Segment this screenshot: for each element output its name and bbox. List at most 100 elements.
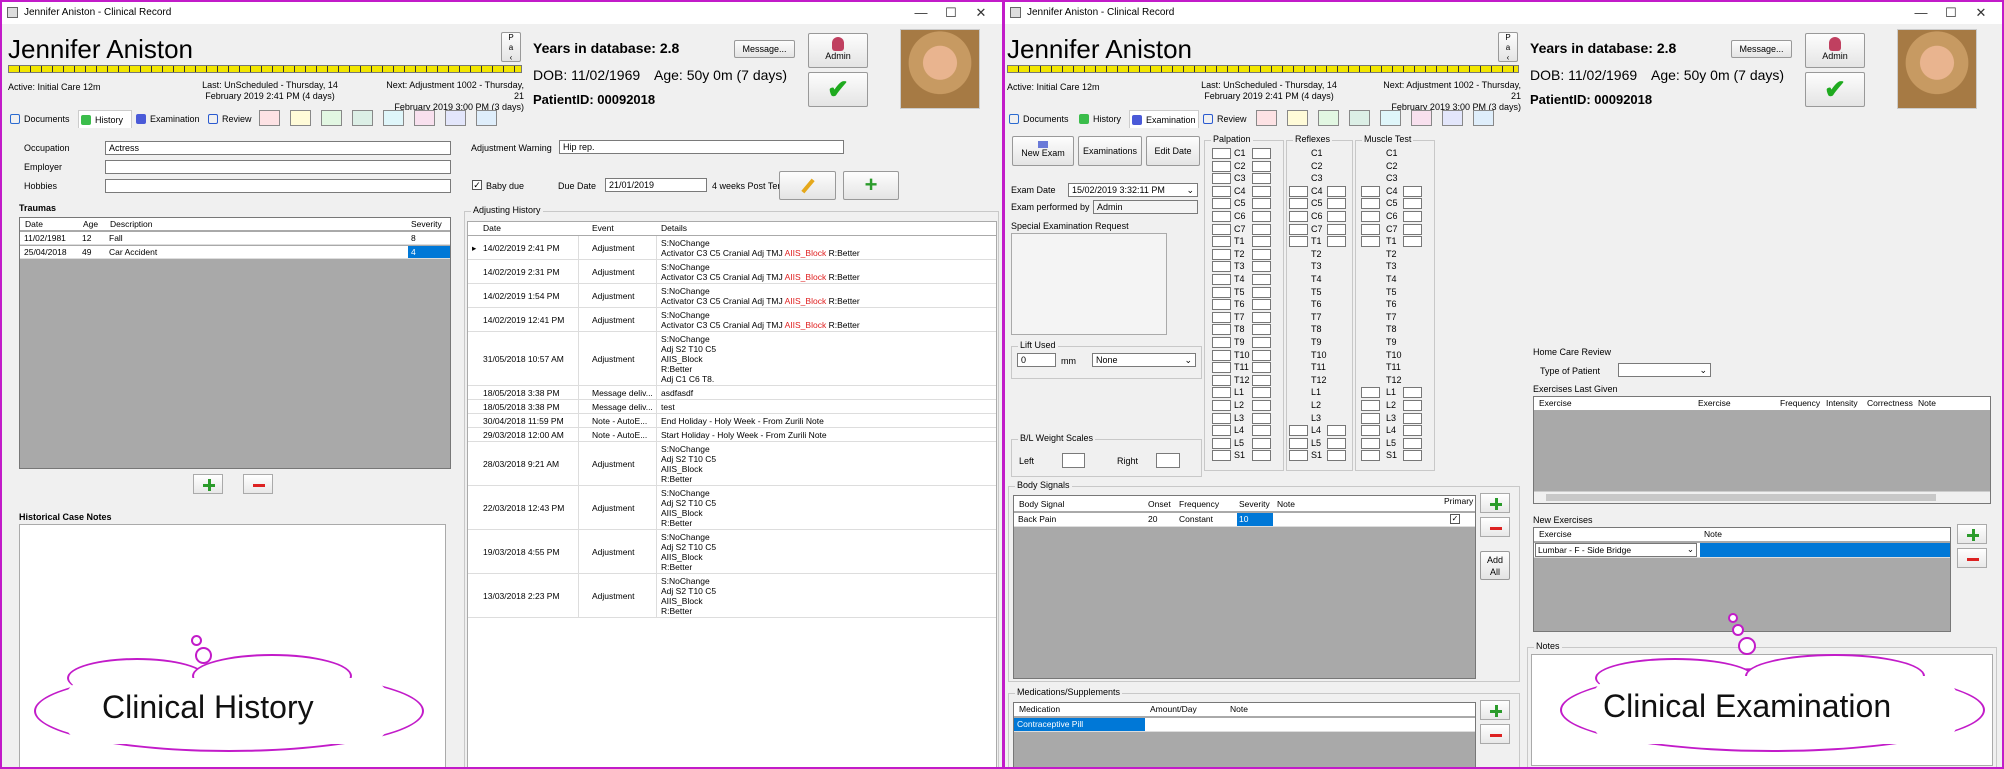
color-tab-blue[interactable] [1442,110,1463,126]
palpation-box[interactable] [1212,412,1231,424]
exam-date-picker[interactable]: 15/02/2019 3:32:11 PM ⌄ [1068,183,1198,197]
palpation-box[interactable] [1212,236,1231,248]
remove-body-signal-button[interactable] [1480,517,1510,537]
edit-date-button[interactable]: Edit Date [1146,136,1200,166]
palpation-box[interactable] [1212,286,1231,298]
add-all-button[interactable]: Add All [1480,551,1510,580]
new-exam-button[interactable]: New Exam [1012,136,1074,166]
add-medication-button[interactable] [1480,700,1510,720]
tab-history[interactable]: History [78,110,132,128]
reflex-box[interactable] [1327,425,1346,437]
palpation-box[interactable] [1212,349,1231,361]
muscle-box[interactable] [1361,236,1380,248]
adjusting-history-grid[interactable]: Date Event Details ▸ 14/02/2019 2:41 PM Ad… [467,221,997,767]
palpation-box[interactable] [1212,248,1231,260]
table-row[interactable]: 25/04/2018 49 Car Accident 4 [20,246,450,259]
tab-review[interactable]: Review [206,110,258,128]
muscle-box[interactable] [1361,400,1380,411]
muscle-box[interactable] [1361,437,1380,449]
muscle-box[interactable] [1361,198,1380,210]
side-panel-toggle[interactable]: Pa ‹ [501,32,521,62]
list-item[interactable]: 13/03/2018 2:23 PM Adjustment S:NoChange Ad… [468,574,996,618]
palpation-box[interactable] [1252,362,1271,374]
palpation-box[interactable] [1212,173,1231,185]
muscle-box[interactable] [1403,211,1422,222]
palpation-box[interactable] [1212,223,1231,235]
palpation-box[interactable] [1212,198,1231,210]
palpation-box[interactable] [1212,450,1231,462]
palpation-box[interactable] [1252,261,1271,273]
muscle-box[interactable] [1403,185,1422,197]
performed-by-field[interactable]: Admin [1093,200,1198,214]
reflex-box[interactable] [1289,185,1308,197]
color-tab-teal[interactable] [1349,110,1370,126]
palpation-box[interactable] [1212,362,1231,374]
lift-value-field[interactable]: 0 [1017,353,1056,367]
reflex-box[interactable] [1289,450,1308,462]
reflex-box[interactable] [1327,211,1346,222]
palpation-box[interactable] [1212,274,1231,285]
adjustment-warning-field[interactable]: Hip rep. [559,140,844,154]
close-icon[interactable]: ✕ [1966,2,1996,24]
baby-due-checkbox[interactable]: ✓ [472,180,482,190]
palpation-box[interactable] [1212,299,1231,311]
maximize-icon[interactable]: ☐ [936,2,966,24]
admin-button[interactable]: Admin [808,33,868,68]
table-row[interactable]: 11/02/1981 12 Fall 8 [20,232,450,245]
color-tab-yellow[interactable] [1287,110,1308,126]
list-item[interactable]: 28/03/2018 9:21 AM Adjustment S:NoChange Ad… [468,442,996,486]
list-item[interactable]: 29/03/2018 12:00 AM Note - AutoE... Start … [468,428,996,442]
list-item[interactable]: 14/02/2019 1:54 PM Adjustment S:NoChange Ac… [468,284,996,308]
maximize-icon[interactable]: ☐ [1936,2,1966,24]
color-tab-lightblue[interactable] [476,110,497,126]
message-button[interactable]: Message... [734,40,795,58]
muscle-box[interactable] [1403,450,1422,462]
table-row[interactable]: Contraceptive Pill [1014,718,1475,732]
color-tab-green[interactable] [1318,110,1339,126]
muscle-box[interactable] [1403,236,1422,248]
muscle-box[interactable] [1403,198,1422,210]
type-of-patient-select[interactable]: ⌄ [1618,363,1711,377]
muscle-box[interactable] [1361,223,1380,235]
palpation-box[interactable] [1252,387,1271,399]
reflex-box[interactable] [1289,198,1308,210]
muscle-box[interactable] [1361,185,1380,197]
horizontal-scrollbar[interactable] [1534,491,1990,503]
tab-history[interactable]: History [1077,110,1131,128]
message-button[interactable]: Message... [1731,40,1792,58]
reflex-box[interactable] [1327,450,1346,462]
palpation-box[interactable] [1252,450,1271,462]
list-item[interactable]: ▸ 14/02/2019 2:41 PM Adjustment S:NoChange A… [468,236,996,260]
palpation-box[interactable] [1212,324,1231,336]
color-tab-cyan[interactable] [1380,110,1401,126]
palpation-box[interactable] [1212,425,1231,437]
body-signals-grid[interactable]: Body Signal Onset Frequency Severity Not… [1013,495,1476,679]
palpation-box[interactable] [1252,211,1271,222]
reflex-box[interactable] [1327,223,1346,235]
confirm-button[interactable]: ✔ [808,72,868,107]
lift-select[interactable]: None ⌄ [1092,353,1196,367]
palpation-box[interactable] [1252,148,1271,159]
palpation-box[interactable] [1252,425,1271,437]
list-item[interactable]: 18/05/2018 3:38 PM Message deliv... asdfas… [468,386,996,400]
color-tab-pink[interactable] [414,110,435,126]
muscle-box[interactable] [1403,437,1422,449]
list-item[interactable]: 31/05/2018 10:57 AM Adjustment S:NoChange A… [468,332,996,386]
traumas-grid[interactable]: Date Age Description Severity 11/02/1981… [19,217,451,469]
exercise-select[interactable]: Lumbar - F - Side Bridge ⌄ [1535,543,1697,557]
table-row[interactable]: Lumbar - F - Side Bridge ⌄ [1534,543,1950,558]
list-item[interactable]: 30/04/2018 11:59 PM Note - AutoE... End Ho… [468,414,996,428]
color-tab-red[interactable] [1256,110,1277,126]
palpation-box[interactable] [1252,412,1271,424]
palpation-box[interactable] [1252,299,1271,311]
palpation-box[interactable] [1252,198,1271,210]
medications-grid[interactable]: Medication Amount/Day Note Contraceptive… [1013,702,1476,767]
palpation-box[interactable] [1212,311,1231,323]
tab-review[interactable]: Review [1201,110,1253,128]
palpation-box[interactable] [1252,324,1271,336]
palpation-box[interactable] [1252,337,1271,348]
list-item[interactable]: 18/05/2018 3:38 PM Message deliv... test [468,400,996,414]
close-icon[interactable]: ✕ [966,2,996,24]
reflex-box[interactable] [1289,437,1308,449]
palpation-box[interactable] [1252,400,1271,411]
